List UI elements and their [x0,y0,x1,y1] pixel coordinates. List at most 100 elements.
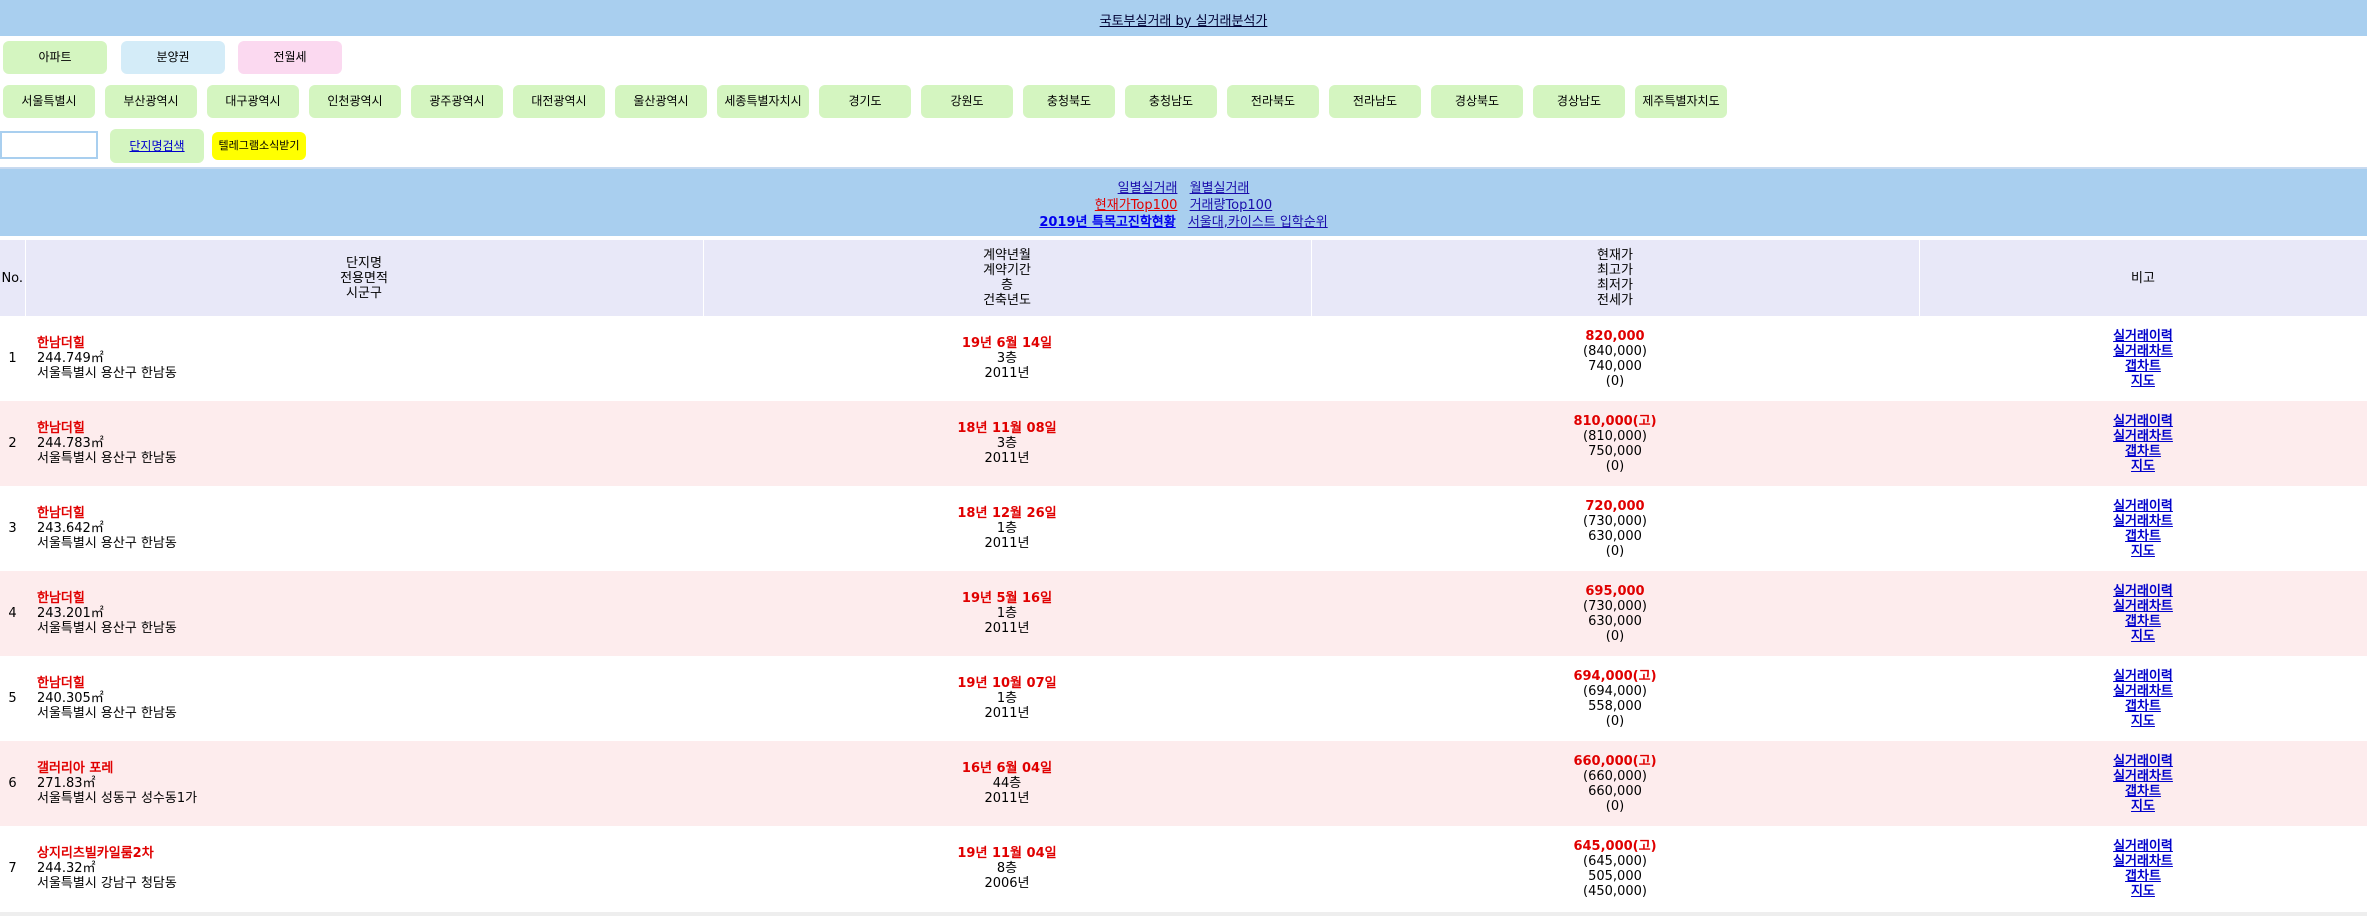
note-cell: 실거래이력 실거래차트 갭차트 지도 [1919,401,2367,486]
floor: 1층 [996,606,1018,621]
min-price: 740,000 [1588,358,1642,374]
region-button[interactable]: 제주특별자치도 [1635,85,1727,118]
note-link[interactable]: 실거래이력 [1919,414,2367,429]
telegram-alarm-button[interactable]: 텔레그램소식받기 [212,132,306,160]
region-button[interactable]: 대구광역시 [207,85,299,118]
complex-name: 한남더힐 [37,336,85,351]
contract-date: 19년 11월 04일 [957,846,1057,861]
max-price: (645,000) [1583,853,1647,869]
contract-cell: 19년 5월 16일 1층 2011년 [703,571,1311,656]
header-floor: 층 [1001,278,1013,293]
current-price: 660,000(고) [1573,753,1657,769]
region-button[interactable]: 충청남도 [1125,85,1217,118]
note-link[interactable]: 지도 [1919,714,2367,729]
row-no: 3 [0,486,25,571]
region: 서울특별시 용산구 한남동 [37,451,177,466]
note-link[interactable]: 실거래이력 [1919,839,2367,854]
built-year: 2006년 [984,876,1030,891]
min-price: 630,000 [1588,528,1642,544]
region-button[interactable]: 경상남도 [1533,85,1625,118]
region-button[interactable]: 충청북도 [1023,85,1115,118]
region-button[interactable]: 전라북도 [1227,85,1319,118]
note-link[interactable]: 실거래차트 [1919,599,2367,614]
region-button[interactable]: 경기도 [819,85,911,118]
note-link[interactable]: 실거래이력 [1919,754,2367,769]
price-cell: 820,000 (840,000) 740,000 (0) [1311,316,1919,401]
note-link[interactable]: 갭차트 [1919,699,2367,714]
category-rent-button[interactable]: 전월세 [238,41,342,74]
note-link[interactable]: 실거래차트 [1919,684,2367,699]
note-link[interactable]: 갭차트 [1919,869,2367,884]
region-button[interactable]: 대전광역시 [513,85,605,118]
header-max-price: 최고가 [1597,263,1633,278]
region-button[interactable]: 경상북도 [1431,85,1523,118]
note-link[interactable]: 실거래차트 [1919,514,2367,529]
note-link[interactable]: 실거래이력 [1919,584,2367,599]
current-price: 720,000 [1585,498,1645,514]
price-cell: 720,000 (730,000) 630,000 (0) [1311,486,1919,571]
note-link[interactable]: 갭차트 [1919,359,2367,374]
note-link[interactable]: 실거래이력 [1919,499,2367,514]
contract-date: 16년 6월 04일 [961,761,1053,776]
search-input[interactable] [0,131,98,159]
region-button[interactable]: 광주광역시 [411,85,503,118]
region-button[interactable]: 서울특별시 [3,85,95,118]
header-built-year: 건축년도 [983,293,1031,308]
complex-name: 상지리츠빌카일룸2차 [37,846,154,861]
note-link[interactable]: 실거래이력 [1919,329,2367,344]
max-price: (730,000) [1583,598,1647,614]
max-price: (694,000) [1583,683,1647,699]
price-cell: 694,000(고) (694,000) 558,000 (0) [1311,656,1919,741]
region-button[interactable]: 인천광역시 [309,85,401,118]
note-link[interactable]: 갭차트 [1919,444,2367,459]
header-name: 단지명 전용면적 시군구 [25,240,704,316]
max-price: (810,000) [1583,428,1647,444]
note-link[interactable]: 지도 [1919,799,2367,814]
jeonse-price: (0) [1605,713,1625,729]
header-contract: 계약년월 계약기간 층 건축년도 [703,240,1312,316]
row-no: 4 [0,571,25,656]
price-cell: 810,000(고) (810,000) 750,000 (0) [1311,401,1919,486]
note-link[interactable]: 갭차트 [1919,614,2367,629]
note-link[interactable]: 갭차트 [1919,529,2367,544]
note-link[interactable]: 실거래차트 [1919,854,2367,869]
region-button[interactable]: 전라남도 [1329,85,1421,118]
region-button[interactable]: 세종특별자치시 [717,85,809,118]
note-link[interactable]: 지도 [1919,374,2367,389]
jeonse-price: (0) [1605,798,1625,814]
category-presale-button[interactable]: 분양권 [121,41,225,74]
note-link[interactable]: 실거래이력 [1919,669,2367,684]
category-apartment-button[interactable]: 아파트 [3,41,107,74]
note-link[interactable]: 실거래차트 [1919,344,2367,359]
note-link[interactable]: 지도 [1919,629,2367,644]
built-year: 2011년 [984,621,1030,636]
site-title-link[interactable]: 국토부실거래 by 실거래분석가 [1100,10,1268,29]
university-rank-link[interactable]: 서울대,카이스트 입학순위 [1188,215,1328,230]
min-price: 660,000 [1588,783,1642,799]
region-button[interactable]: 부산광역시 [105,85,197,118]
region-button[interactable]: 울산광역시 [615,85,707,118]
area: 271.83㎡ [37,776,96,791]
note-cell: 실거래이력 실거래차트 갭차트 지도 [1919,486,2367,571]
jeonse-price: (450,000) [1583,883,1647,899]
note-link[interactable]: 갭차트 [1919,784,2367,799]
floor: 3층 [996,436,1018,451]
jeonse-price: (0) [1605,458,1625,474]
header-note: 비고 [1919,240,2367,316]
search-button-label[interactable]: 단지명검색 [129,139,184,153]
note-link[interactable]: 지도 [1919,459,2367,474]
note-link[interactable]: 지도 [1919,544,2367,559]
search-button[interactable]: 단지명검색 [110,129,204,163]
special-school-link[interactable]: 2019년 특목고진학현황 [1039,215,1175,230]
note-link[interactable]: 실거래차트 [1919,429,2367,444]
note-link[interactable]: 지도 [1919,884,2367,899]
contract-date: 19년 6월 14일 [961,336,1053,351]
region-button[interactable]: 강원도 [921,85,1013,118]
contract-cell: 18년 12월 26일 1층 2011년 [703,486,1311,571]
top-title-bar: 국토부실거래 by 실거래분석가 [0,0,2367,36]
note-link[interactable]: 실거래차트 [1919,769,2367,784]
area: 240.305㎡ [37,691,104,706]
header-no: No. [0,240,26,316]
built-year: 2011년 [984,451,1030,466]
region: 서울특별시 성동구 성수동1가 [37,791,198,806]
